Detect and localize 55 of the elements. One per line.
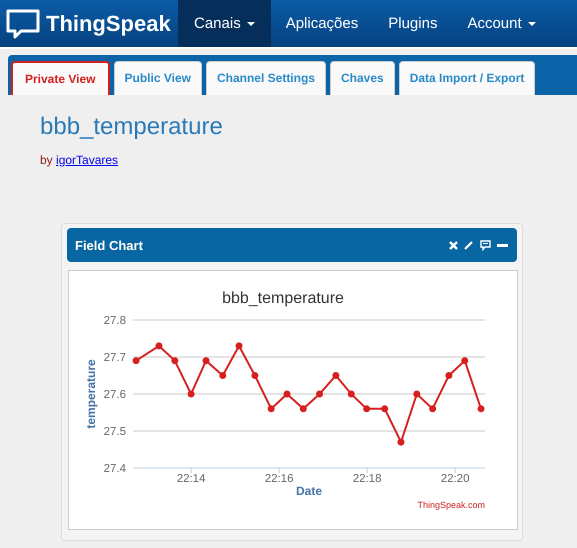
nav-item[interactable]: Canais [178, 0, 271, 47]
tab[interactable]: Channel Settings [206, 61, 326, 95]
data-point [316, 390, 324, 398]
x-axis-title: Date [296, 484, 322, 498]
data-point [429, 405, 436, 412]
data-point [155, 342, 162, 350]
comment-icon[interactable] [480, 240, 491, 250]
data-point [219, 372, 226, 379]
nav-item[interactable]: Aplicações [270, 0, 374, 47]
data-point [445, 372, 452, 379]
x-tick-label: 22:20 [440, 473, 470, 485]
data-point [284, 390, 290, 398]
tab[interactable]: Private View [11, 61, 110, 95]
tab[interactable]: Public View [114, 61, 202, 95]
nav-item[interactable]: Account [452, 0, 551, 47]
x-tick-label: 22:18 [352, 473, 382, 485]
author-link[interactable]: igorTavares [56, 153, 118, 167]
data-point [363, 405, 370, 412]
nav-item[interactable]: Plugins [373, 0, 452, 47]
data-point [268, 405, 275, 412]
pencil-icon[interactable] [464, 240, 474, 250]
y-axis-title: temperature [84, 359, 98, 429]
data-point [300, 405, 307, 412]
data-point [461, 357, 468, 364]
data-point [251, 372, 258, 379]
data-point [236, 342, 243, 350]
data-point [202, 357, 210, 364]
data-point [413, 390, 420, 398]
y-tick-label: 27.7 [104, 352, 126, 364]
brand-name: ThingSpeak [46, 10, 171, 36]
data-point [397, 438, 404, 446]
data-point [132, 357, 140, 364]
tab[interactable]: Data Import / Export [398, 61, 536, 95]
y-tick-label: 27.4 [104, 463, 126, 475]
speech-bubble-icon [6, 8, 40, 38]
chart-credit: ThingSpeak.com [417, 500, 485, 510]
channel-title: bbb_temperature [40, 113, 224, 141]
x-tick-label: 22:16 [264, 473, 294, 485]
byline-label: by [40, 153, 53, 167]
tab[interactable]: Chaves [330, 61, 395, 95]
close-icon[interactable] [449, 240, 458, 250]
y-tick-label: 27.5 [104, 426, 126, 438]
data-point [188, 390, 195, 398]
widget-title: Field Chart [75, 238, 143, 252]
data-point [332, 372, 340, 379]
minimize-icon[interactable] [497, 244, 508, 246]
data-point [348, 390, 355, 398]
brand-logo[interactable]: ThingSpeak [0, 0, 178, 47]
y-tick-label: 27.6 [104, 389, 126, 401]
chart-title: bbb_temperature [222, 290, 344, 307]
data-point [171, 357, 178, 364]
data-point [381, 405, 388, 412]
data-point [478, 405, 485, 412]
x-tick-label: 22:14 [176, 473, 206, 485]
y-tick-label: 27.8 [104, 315, 126, 327]
